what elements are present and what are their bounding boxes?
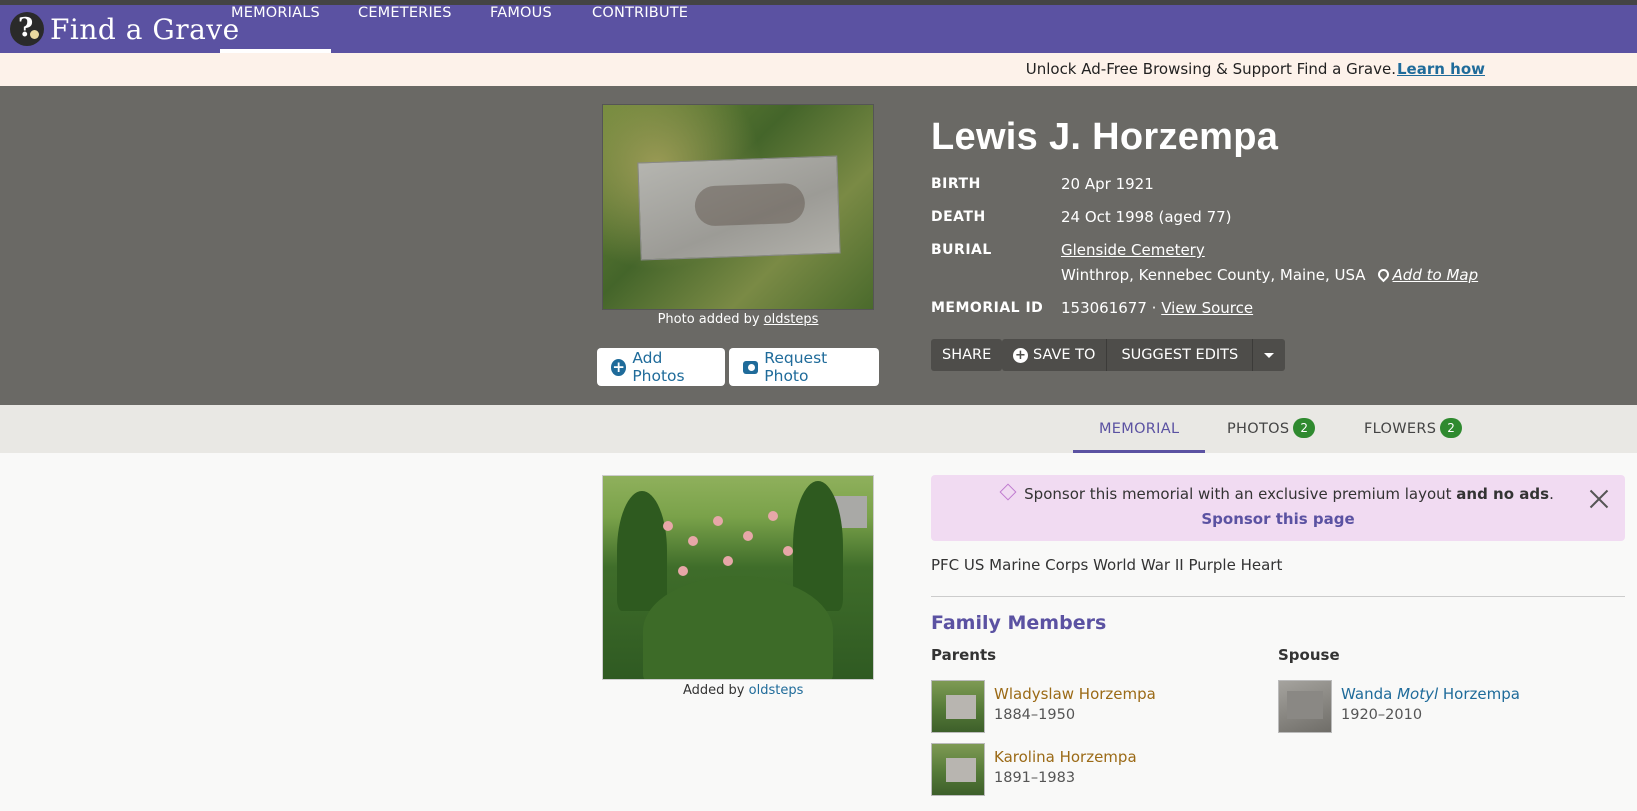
flowers-count-badge: 2 [1440, 418, 1463, 438]
add-photos-label: Add Photos [632, 349, 685, 385]
memorial-tabs: MEMORIAL PHOTOS 2 FLOWERS 2 [0, 405, 1637, 453]
flower-bloom [713, 516, 723, 526]
sponsor-page-link[interactable]: Sponsor this page [931, 510, 1625, 528]
more-actions-dropdown[interactable] [1253, 339, 1285, 371]
family-member-name[interactable]: Karolina Horzempa [994, 748, 1137, 766]
photo-caption: Photo added by oldsteps [602, 312, 874, 327]
camera-icon [743, 360, 759, 374]
action-button-group: + SAVE TO SUGGEST EDITS [1002, 339, 1286, 371]
nav-famous[interactable]: FAMOUS [490, 5, 552, 53]
section-divider [931, 596, 1625, 597]
learn-how-link[interactable]: Learn how [1397, 60, 1485, 78]
family-member-father[interactable]: Wladyslaw Horzempa 1884–1950 [931, 680, 1156, 733]
plus-circle-icon: + [1013, 347, 1028, 363]
tab-flowers-label: FLOWERS [1364, 421, 1437, 437]
add-photos-button[interactable]: + Add Photos [597, 348, 725, 386]
death-value: 24 Oct 1998 (aged 77) [1061, 208, 1232, 226]
family-thumbnail [1278, 680, 1332, 733]
flower-photo[interactable] [602, 475, 874, 680]
bio-text: PFC US Marine Corps World War II Purple … [931, 556, 1283, 574]
site-logo[interactable]: ? Find a Grave [10, 9, 240, 49]
nav-cemeteries[interactable]: CEMETERIES [358, 5, 452, 53]
promo-bar: Unlock Ad-Free Browsing & Support Find a… [0, 53, 1637, 86]
burial-cemetery-value: Glenside Cemetery [1061, 241, 1205, 259]
spouse-last-name: Horzempa [1442, 685, 1520, 703]
flower-bloom [743, 531, 753, 541]
nav-memorials[interactable]: MEMORIALS [220, 5, 331, 53]
parents-label: Parents [931, 646, 997, 664]
flower-bloom [678, 566, 688, 576]
family-thumbnail [931, 743, 985, 796]
suggest-edits-button[interactable]: SUGGEST EDITS [1107, 339, 1252, 371]
sponsor-text: Sponsor this memorial with an exclusive … [931, 483, 1625, 503]
memorial-id-value: 153061677 · View Source [1061, 299, 1253, 317]
tab-flowers[interactable]: FLOWERS 2 [1364, 405, 1463, 453]
headstone-photo[interactable] [602, 104, 874, 310]
top-navbar: ? Find a Grave MEMORIALS CEMETERIES FAMO… [0, 5, 1637, 53]
burial-label: BURIAL [931, 242, 992, 258]
memorial-id-number: 153061677 · [1061, 299, 1157, 317]
burial-location: Winthrop, Kennebec County, Maine, USA Add… [1061, 266, 1478, 284]
tab-memorial[interactable]: MEMORIAL [1072, 405, 1206, 453]
flower-bloom [688, 536, 698, 546]
diamond-icon [999, 483, 1017, 501]
save-to-button[interactable]: + SAVE TO [1002, 339, 1106, 371]
spouse-first-name: Wanda [1341, 685, 1393, 703]
logo-text: Find a Grave [50, 12, 240, 46]
cemetery-link[interactable]: Glenside Cemetery [1061, 241, 1205, 259]
promo-text: Unlock Ad-Free Browsing & Support Find a… [1025, 60, 1396, 78]
sponsor-period: . [1549, 485, 1554, 503]
photo-caption-prefix: Photo added by [657, 312, 760, 327]
share-label: SHARE [942, 347, 992, 363]
tab-memorial-label: MEMORIAL [1099, 421, 1180, 437]
lily-foliage [643, 576, 833, 679]
photo-contributor-link[interactable]: oldsteps [764, 312, 819, 327]
birth-value: 20 Apr 1921 [1061, 175, 1154, 193]
sponsor-message: Sponsor this memorial with an exclusive … [1024, 485, 1452, 503]
flower-bloom [783, 546, 793, 556]
burial-location-text: Winthrop, Kennebec County, Maine, USA [1061, 266, 1366, 284]
family-member-name[interactable]: Wanda Motyl Horzempa [1341, 685, 1520, 703]
photos-count-badge: 2 [1293, 418, 1316, 438]
request-photo-button[interactable]: Request Photo [729, 348, 879, 386]
flower-caption: Added by oldsteps [683, 683, 803, 698]
birth-label: BIRTH [931, 176, 981, 192]
shrub-left [617, 491, 667, 611]
flower-contributor-link[interactable]: oldsteps [749, 683, 804, 698]
family-members-title: Family Members [931, 612, 1107, 634]
sponsor-banner: Sponsor this memorial with an exclusive … [931, 475, 1625, 541]
nav-contribute[interactable]: CONTRIBUTE [592, 5, 688, 53]
flower-caption-prefix: Added by [683, 683, 745, 698]
death-label: DEATH [931, 209, 986, 225]
view-source-link[interactable]: View Source [1161, 299, 1253, 317]
memorial-name: Lewis J. Horzempa [931, 116, 1279, 158]
flower-bloom [723, 556, 733, 566]
family-member-dates: 1920–2010 [1341, 707, 1423, 723]
memorial-id-label: MEMORIAL ID [931, 300, 1044, 316]
family-member-dates: 1884–1950 [994, 707, 1076, 723]
headstone-image [637, 155, 841, 261]
caret-down-icon [1264, 352, 1275, 358]
add-to-map-link[interactable]: Add to Map [1393, 266, 1479, 284]
family-thumbnail [931, 680, 985, 733]
request-photo-label: Request Photo [764, 349, 828, 385]
share-button[interactable]: SHARE [931, 339, 1003, 371]
family-member-spouse[interactable]: Wanda Motyl Horzempa 1920–2010 [1278, 680, 1520, 733]
close-icon[interactable] [1589, 489, 1609, 509]
tab-photos-label: PHOTOS [1227, 421, 1290, 437]
spouse-label: Spouse [1278, 646, 1340, 664]
family-member-dates: 1891–1983 [994, 770, 1076, 786]
tab-photos[interactable]: PHOTOS 2 [1227, 405, 1316, 453]
save-to-label: SAVE TO [1033, 347, 1096, 363]
spouse-maiden-name: Motyl [1397, 685, 1439, 703]
map-pin-icon [1375, 266, 1391, 283]
sponsor-no-ads: and no ads [1456, 485, 1550, 503]
logo-mark-icon: ? [10, 12, 44, 46]
flower-bloom [768, 511, 778, 521]
family-member-mother[interactable]: Karolina Horzempa 1891–1983 [931, 743, 1137, 796]
memorial-header: Photo added by oldsteps + Add Photos Req… [0, 86, 1637, 405]
flower-bloom [663, 521, 673, 531]
family-member-name[interactable]: Wladyslaw Horzempa [994, 685, 1156, 703]
plus-circle-icon: + [611, 357, 627, 376]
